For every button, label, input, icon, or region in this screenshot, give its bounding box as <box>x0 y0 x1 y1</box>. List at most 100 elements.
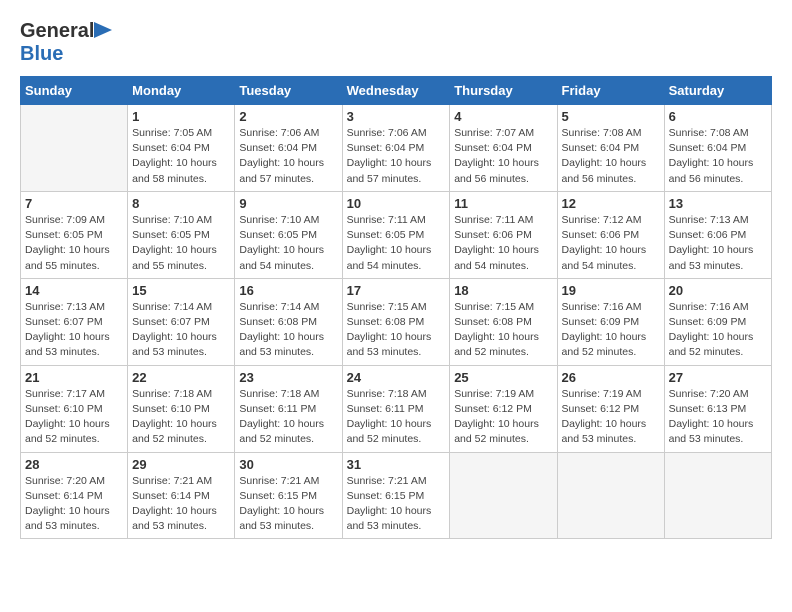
table-row: 5 Sunrise: 7:08 AM Sunset: 6:04 PM Daylig… <box>557 105 664 192</box>
day-info: Sunrise: 7:13 AM Sunset: 6:06 PM Dayligh… <box>669 213 767 274</box>
day-info: Sunrise: 7:14 AM Sunset: 6:07 PM Dayligh… <box>132 300 230 361</box>
day-info: Sunrise: 7:21 AM Sunset: 6:15 PM Dayligh… <box>347 474 446 535</box>
col-sunday: Sunday <box>21 77 128 105</box>
day-number: 19 <box>562 283 660 298</box>
page-header: General Blue <box>20 20 772 66</box>
day-info: Sunrise: 7:12 AM Sunset: 6:06 PM Dayligh… <box>562 213 660 274</box>
day-info: Sunrise: 7:10 AM Sunset: 6:05 PM Dayligh… <box>132 213 230 274</box>
day-number: 5 <box>562 109 660 124</box>
day-info: Sunrise: 7:16 AM Sunset: 6:09 PM Dayligh… <box>669 300 767 361</box>
day-info: Sunrise: 7:21 AM Sunset: 6:15 PM Dayligh… <box>239 474 337 535</box>
day-number: 21 <box>25 370 123 385</box>
day-info: Sunrise: 7:20 AM Sunset: 6:13 PM Dayligh… <box>669 387 767 448</box>
table-row: 15Sunrise: 7:14 AM Sunset: 6:07 PM Dayli… <box>128 278 235 365</box>
day-number: 18 <box>454 283 552 298</box>
day-info: Sunrise: 7:08 AM Sunset: 6:04 PM Dayligh… <box>669 126 767 187</box>
day-info: Sunrise: 7:18 AM Sunset: 6:11 PM Dayligh… <box>239 387 337 448</box>
day-info: Sunrise: 7:11 AM Sunset: 6:06 PM Dayligh… <box>454 213 552 274</box>
table-row: 16Sunrise: 7:14 AM Sunset: 6:08 PM Dayli… <box>235 278 342 365</box>
table-row: 28Sunrise: 7:20 AM Sunset: 6:14 PM Dayli… <box>21 452 128 539</box>
table-row: 11 Sunrise: 7:11 AM Sunset: 6:06 PM Dayli… <box>450 191 557 278</box>
day-number: 8 <box>132 196 230 211</box>
day-number: 20 <box>669 283 767 298</box>
table-row: 31 Sunrise: 7:21 AM Sunset: 6:15 PM Dayli… <box>342 452 450 539</box>
calendar-week-row: 7Sunrise: 7:09 AM Sunset: 6:05 PM Daylig… <box>21 191 772 278</box>
day-info: Sunrise: 7:15 AM Sunset: 6:08 PM Dayligh… <box>347 300 446 361</box>
table-row: 25Sunrise: 7:19 AM Sunset: 6:12 PM Dayli… <box>450 365 557 452</box>
calendar-week-row: 1 Sunrise: 7:05 AM Sunset: 6:04 PM Daylig… <box>21 105 772 192</box>
day-info: Sunrise: 7:16 AM Sunset: 6:09 PM Dayligh… <box>562 300 660 361</box>
day-info: Sunrise: 7:06 AM Sunset: 6:04 PM Dayligh… <box>347 126 446 187</box>
table-row: 20 Sunrise: 7:16 AM Sunset: 6:09 PM Dayli… <box>664 278 771 365</box>
table-row: 12 Sunrise: 7:12 AM Sunset: 6:06 PM Dayli… <box>557 191 664 278</box>
table-row: 2Sunrise: 7:06 AM Sunset: 6:04 PM Daylig… <box>235 105 342 192</box>
table-row: 6 Sunrise: 7:08 AM Sunset: 6:04 PM Daylig… <box>664 105 771 192</box>
table-row: 7Sunrise: 7:09 AM Sunset: 6:05 PM Daylig… <box>21 191 128 278</box>
day-number: 9 <box>239 196 337 211</box>
day-number: 10 <box>347 196 446 211</box>
day-info: Sunrise: 7:19 AM Sunset: 6:12 PM Dayligh… <box>562 387 660 448</box>
day-number: 22 <box>132 370 230 385</box>
day-number: 6 <box>669 109 767 124</box>
calendar-table: Sunday Monday Tuesday Wednesday Thursday… <box>20 76 772 539</box>
table-row: 10Sunrise: 7:11 AM Sunset: 6:05 PM Dayli… <box>342 191 450 278</box>
day-number: 2 <box>239 109 337 124</box>
day-number: 1 <box>132 109 230 124</box>
day-number: 28 <box>25 457 123 472</box>
day-info: Sunrise: 7:21 AM Sunset: 6:14 PM Dayligh… <box>132 474 230 535</box>
table-row: 3 Sunrise: 7:06 AM Sunset: 6:04 PM Daylig… <box>342 105 450 192</box>
table-row: 19 Sunrise: 7:16 AM Sunset: 6:09 PM Dayli… <box>557 278 664 365</box>
col-saturday: Saturday <box>664 77 771 105</box>
table-row: 17 Sunrise: 7:15 AM Sunset: 6:08 PM Dayli… <box>342 278 450 365</box>
day-info: Sunrise: 7:09 AM Sunset: 6:05 PM Dayligh… <box>25 213 123 274</box>
calendar-header-row: Sunday Monday Tuesday Wednesday Thursday… <box>21 77 772 105</box>
table-row: 4Sunrise: 7:07 AM Sunset: 6:04 PM Daylig… <box>450 105 557 192</box>
table-row <box>21 105 128 192</box>
day-info: Sunrise: 7:18 AM Sunset: 6:10 PM Dayligh… <box>132 387 230 448</box>
table-row: 26 Sunrise: 7:19 AM Sunset: 6:12 PM Dayli… <box>557 365 664 452</box>
table-row: 27 Sunrise: 7:20 AM Sunset: 6:13 PM Dayli… <box>664 365 771 452</box>
table-row: 14 Sunrise: 7:13 AM Sunset: 6:07 PM Dayli… <box>21 278 128 365</box>
day-info: Sunrise: 7:08 AM Sunset: 6:04 PM Dayligh… <box>562 126 660 187</box>
day-number: 14 <box>25 283 123 298</box>
col-tuesday: Tuesday <box>235 77 342 105</box>
day-number: 27 <box>669 370 767 385</box>
day-number: 17 <box>347 283 446 298</box>
col-monday: Monday <box>128 77 235 105</box>
table-row: 22 Sunrise: 7:18 AM Sunset: 6:10 PM Dayli… <box>128 365 235 452</box>
table-row: 29 Sunrise: 7:21 AM Sunset: 6:14 PM Dayli… <box>128 452 235 539</box>
table-row: 30 Sunrise: 7:21 AM Sunset: 6:15 PM Dayli… <box>235 452 342 539</box>
day-number: 31 <box>347 457 446 472</box>
col-wednesday: Wednesday <box>342 77 450 105</box>
day-info: Sunrise: 7:17 AM Sunset: 6:10 PM Dayligh… <box>25 387 123 448</box>
day-number: 24 <box>347 370 446 385</box>
day-info: Sunrise: 7:13 AM Sunset: 6:07 PM Dayligh… <box>25 300 123 361</box>
day-info: Sunrise: 7:15 AM Sunset: 6:08 PM Dayligh… <box>454 300 552 361</box>
col-friday: Friday <box>557 77 664 105</box>
day-info: Sunrise: 7:07 AM Sunset: 6:04 PM Dayligh… <box>454 126 552 187</box>
table-row: 13Sunrise: 7:13 AM Sunset: 6:06 PM Dayli… <box>664 191 771 278</box>
day-number: 29 <box>132 457 230 472</box>
day-number: 30 <box>239 457 337 472</box>
table-row: 21 Sunrise: 7:17 AM Sunset: 6:10 PM Dayli… <box>21 365 128 452</box>
table-row: 8 Sunrise: 7:10 AM Sunset: 6:05 PM Daylig… <box>128 191 235 278</box>
calendar-week-row: 21 Sunrise: 7:17 AM Sunset: 6:10 PM Dayli… <box>21 365 772 452</box>
day-number: 26 <box>562 370 660 385</box>
table-row <box>557 452 664 539</box>
day-number: 3 <box>347 109 446 124</box>
logo: General Blue <box>20 20 94 66</box>
table-row <box>664 452 771 539</box>
day-number: 23 <box>239 370 337 385</box>
day-info: Sunrise: 7:05 AM Sunset: 6:04 PM Dayligh… <box>132 126 230 187</box>
day-number: 11 <box>454 196 552 211</box>
table-row: 24Sunrise: 7:18 AM Sunset: 6:11 PM Dayli… <box>342 365 450 452</box>
col-thursday: Thursday <box>450 77 557 105</box>
logo-arrow-icon <box>94 22 112 38</box>
day-number: 25 <box>454 370 552 385</box>
table-row: 9 Sunrise: 7:10 AM Sunset: 6:05 PM Daylig… <box>235 191 342 278</box>
day-number: 12 <box>562 196 660 211</box>
day-info: Sunrise: 7:10 AM Sunset: 6:05 PM Dayligh… <box>239 213 337 274</box>
table-row: 1 Sunrise: 7:05 AM Sunset: 6:04 PM Daylig… <box>128 105 235 192</box>
day-info: Sunrise: 7:14 AM Sunset: 6:08 PM Dayligh… <box>239 300 337 361</box>
table-row <box>450 452 557 539</box>
